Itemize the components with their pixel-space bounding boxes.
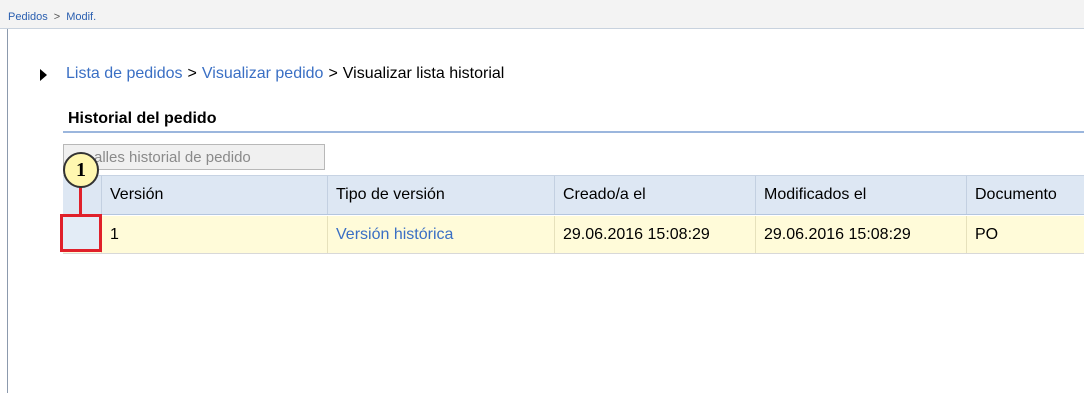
cell-modified: 29.06.2016 15:08:29 [756,216,967,253]
breadcrumb-item-pedidos[interactable]: Pedidos [8,11,48,23]
row-select-highlight[interactable] [60,214,102,252]
nav-separator: > [328,65,338,82]
nav-link-visualizar-pedido[interactable]: Visualizar pedido [202,65,324,82]
nav-current-page: Visualizar lista historial [342,65,505,82]
cell-created: 29.06.2016 15:08:29 [555,216,756,253]
page: Pedidos > Modif. Lista de pedidos > Visualiz… [0,0,1084,393]
cell-version: 1 [102,216,328,253]
details-history-button[interactable]: alles historial de pedido [63,144,325,170]
top-breadcrumb: Pedidos > Modif. [8,11,96,23]
nav-separator: > [187,65,197,82]
column-header-created[interactable]: Creado/a el [555,176,756,214]
top-breadcrumb-bar: Pedidos > Modif. [0,0,1084,29]
callout-badge: 1 [63,152,99,188]
triangle-right-icon [40,69,47,81]
section-title: Historial del pedido [68,110,217,127]
column-header-modified[interactable]: Modificados el [756,176,967,214]
table-row[interactable]: 1 Versión histórica 29.06.2016 15:08:29 … [63,216,1084,254]
cell-document: PO [975,225,999,243]
cell-version-type-link[interactable]: Versión histórica [328,216,555,253]
column-header-version[interactable]: Versión [102,176,328,214]
left-border [7,29,8,393]
breadcrumb-separator: > [53,11,61,23]
column-header-document[interactable]: Documento [967,176,1084,214]
table-header: Versión Tipo de versión Creado/a el Modi… [63,175,1084,215]
breadcrumb-item-modif[interactable]: Modif. [66,11,96,23]
section-divider [63,131,1084,133]
callout-line [79,184,82,216]
column-header-type[interactable]: Tipo de versión [328,176,555,214]
nav-link-lista-de-pedidos[interactable]: Lista de pedidos [66,65,183,82]
navigation-path: Lista de pedidos > Visualizar pedido > Visua… [66,65,504,83]
